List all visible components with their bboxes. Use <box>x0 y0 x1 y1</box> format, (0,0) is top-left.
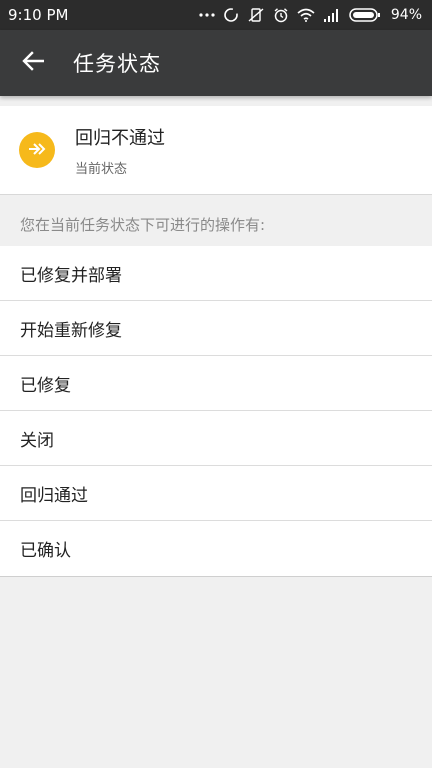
battery-percent: 94% <box>390 7 422 23</box>
actions-hint: 您在当前任务状态下可进行的操作有: <box>20 216 266 234</box>
page-title: 任务状态 <box>73 52 161 76</box>
action-item[interactable]: 已修复 <box>0 356 432 411</box>
more-dots-icon <box>199 12 215 18</box>
state-text: 回归不通过 当前状态 <box>75 124 165 177</box>
action-item[interactable]: 已确认 <box>0 521 432 576</box>
wifi-icon <box>297 8 315 22</box>
status-time: 9:10 PM <box>8 6 69 24</box>
action-item[interactable]: 关闭 <box>0 411 432 466</box>
action-item[interactable]: 开始重新修复 <box>0 301 432 356</box>
action-item[interactable]: 回归通过 <box>0 466 432 521</box>
arrow-left-icon <box>22 51 45 75</box>
actions-list: 已修复并部署 开始重新修复 已修复 关闭 回归通过 已确认 <box>0 246 432 577</box>
state-icon-badge <box>19 132 55 168</box>
action-item[interactable]: 已修复并部署 <box>0 246 432 301</box>
current-state-title: 回归不通过 <box>75 127 165 149</box>
double-arrow-right-icon <box>27 141 47 160</box>
alarm-icon <box>273 7 289 23</box>
status-bar: 9:10 PM 94% <box>0 0 432 30</box>
status-icons: 94% <box>199 7 422 23</box>
vibrate-off-icon <box>247 7 265 23</box>
sync-icon <box>223 7 239 23</box>
signal-icon <box>323 8 341 22</box>
current-state-card: 回归不通过 当前状态 <box>0 106 432 195</box>
back-button[interactable] <box>0 30 66 96</box>
app-bar: 任务状态 <box>0 30 432 96</box>
current-state-subtitle: 当前状态 <box>75 161 128 177</box>
battery-icon <box>349 8 381 22</box>
